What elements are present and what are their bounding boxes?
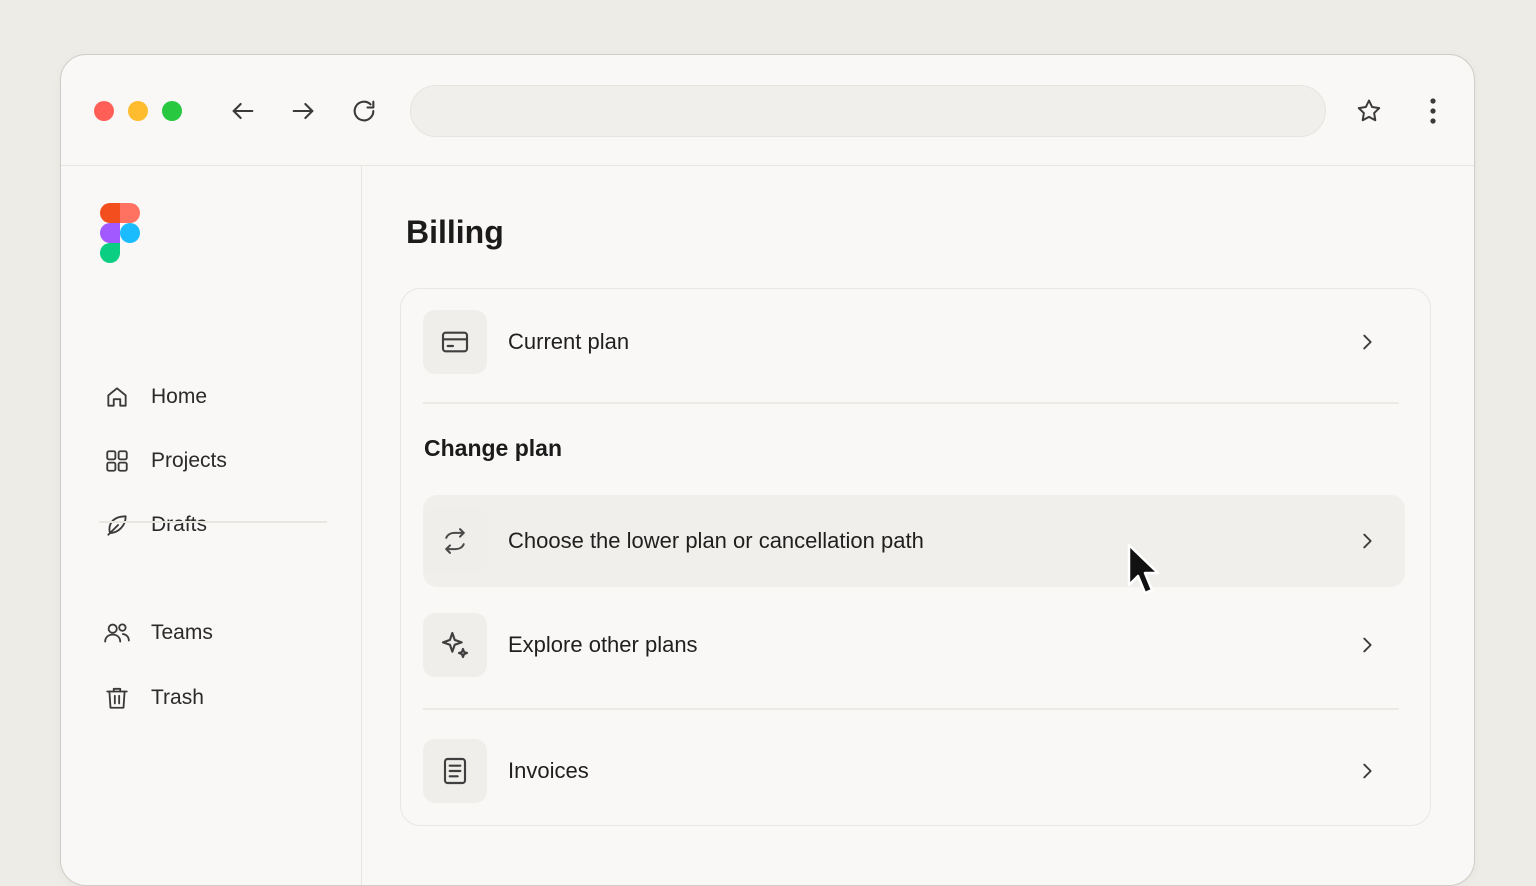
sidebar-divider bbox=[99, 521, 327, 523]
sidebar-item-label: Projects bbox=[151, 449, 227, 472]
maximize-window-button[interactable] bbox=[162, 101, 182, 121]
close-window-button[interactable] bbox=[94, 101, 114, 121]
trash-icon bbox=[101, 682, 133, 714]
grid-icon bbox=[101, 445, 133, 477]
credit-card-icon bbox=[423, 310, 487, 374]
downgrade-or-cancel-row[interactable]: Choose the lower plan or cancellation pa… bbox=[423, 495, 1405, 587]
sidebar-item-label: Trash bbox=[151, 686, 204, 709]
current-plan-label: Current plan bbox=[508, 329, 630, 354]
browser-window: Home Projects Drafts Teams Trash Billing… bbox=[60, 54, 1475, 886]
browser-toolbar bbox=[61, 55, 1474, 166]
swap-arrows-icon bbox=[423, 509, 487, 573]
explore-plans-row[interactable]: Explore other plans bbox=[423, 599, 1405, 691]
billing-card: Current plan Change plan Choose the lowe… bbox=[400, 288, 1431, 826]
downgrade-or-cancel-label: Choose the lower plan or cancellation pa… bbox=[508, 528, 924, 553]
invoices-label: Invoices bbox=[508, 758, 589, 783]
home-icon bbox=[101, 381, 133, 413]
chevron-right-icon bbox=[1353, 757, 1381, 785]
address-bar[interactable] bbox=[410, 85, 1326, 137]
section-divider bbox=[423, 402, 1399, 404]
sidebar-item-label: Teams bbox=[151, 621, 213, 644]
leaf-icon bbox=[101, 509, 133, 541]
sidebar-item-home[interactable]: Home bbox=[101, 377, 321, 417]
minimize-window-button[interactable] bbox=[128, 101, 148, 121]
chevron-right-icon bbox=[1353, 631, 1381, 659]
current-plan-row[interactable]: Current plan bbox=[423, 296, 1405, 388]
sidebar-item-drafts[interactable]: Drafts bbox=[101, 505, 321, 545]
chevron-right-icon bbox=[1353, 527, 1381, 555]
document-list-icon bbox=[423, 739, 487, 803]
back-arrow-icon[interactable] bbox=[227, 95, 259, 127]
users-icon bbox=[101, 617, 133, 649]
sidebar-item-trash[interactable]: Trash bbox=[101, 678, 321, 718]
chevron-right-icon bbox=[1353, 328, 1381, 356]
sidebar-item-teams[interactable]: Teams bbox=[101, 613, 321, 653]
sparkle-icon bbox=[423, 613, 487, 677]
star-icon[interactable] bbox=[1353, 95, 1385, 127]
sidebar-item-label: Drafts bbox=[151, 513, 208, 536]
page-title: Billing bbox=[406, 214, 504, 250]
forward-arrow-icon[interactable] bbox=[287, 95, 319, 127]
mouse-pointer-icon bbox=[1126, 543, 1164, 604]
invoices-row[interactable]: Invoices bbox=[423, 725, 1405, 817]
reload-icon[interactable] bbox=[348, 95, 380, 127]
figma-logo[interactable] bbox=[99, 203, 141, 268]
main-content: Billing Current plan Change plan Choose … bbox=[362, 166, 1474, 885]
sidebar-item-projects[interactable]: Projects bbox=[101, 441, 321, 481]
section-divider bbox=[423, 708, 1399, 710]
sidebar: Home Projects Drafts Teams Trash bbox=[61, 166, 362, 885]
explore-plans-label: Explore other plans bbox=[508, 632, 698, 657]
more-vertical-icon[interactable] bbox=[1417, 95, 1449, 127]
sidebar-item-label: Home bbox=[151, 385, 208, 408]
change-plan-heading: Change plan bbox=[424, 435, 563, 461]
